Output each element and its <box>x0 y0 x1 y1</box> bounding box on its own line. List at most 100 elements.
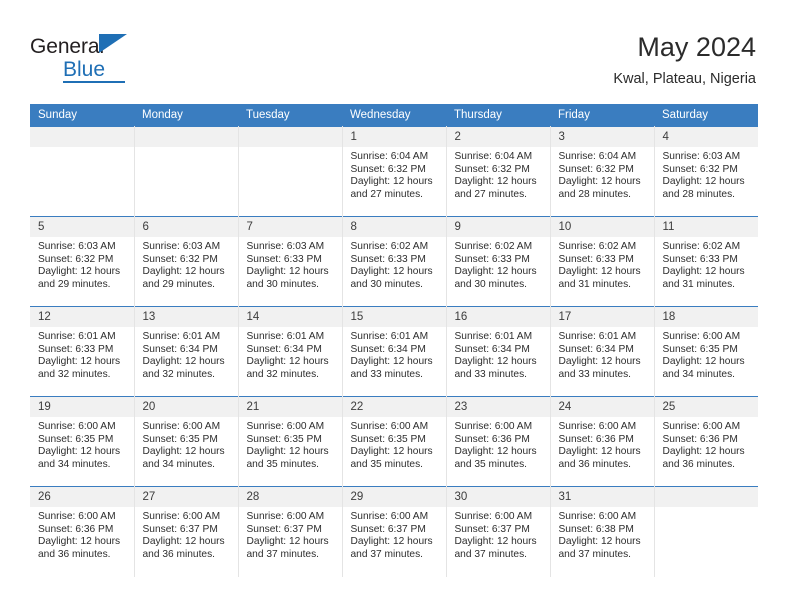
day-details: Sunrise: 6:01 AM Sunset: 6:34 PM Daylight:… <box>551 327 654 381</box>
weekday-header-wednesday: Wednesday <box>342 104 446 127</box>
day-number: 28 <box>238 487 342 507</box>
sunrise-text: Sunrise: 6:02 AM <box>662 241 741 252</box>
calendar-day-cell[interactable]: 4 Sunrise: 6:03 AM Sunset: 6:32 PM Daylight… <box>654 126 758 217</box>
calendar-day-cell[interactable]: 17 Sunrise: 6:01 AM Sunset: 6:34 PM Dayligh… <box>550 306 655 397</box>
sunset-text: Sunset: 6:32 PM <box>350 163 426 175</box>
calendar-day-cell[interactable]: 7 Sunrise: 6:03 AM Sunset: 6:33 PM Daylight… <box>238 216 343 307</box>
calendar-day-cell-empty <box>238 126 343 217</box>
day-number: 13 <box>134 307 238 327</box>
daylight-text-line1: Daylight: 12 hours <box>558 266 641 278</box>
calendar-day-cell[interactable]: 23 Sunrise: 6:00 AM Sunset: 6:36 PM Dayligh… <box>446 396 551 487</box>
calendar-day-cell[interactable]: 12 Sunrise: 6:01 AM Sunset: 6:33 PM Dayligh… <box>30 306 135 397</box>
sunset-text: Sunset: 6:37 PM <box>246 523 322 535</box>
daylight-text-line1: Daylight: 12 hours <box>350 266 433 278</box>
calendar-day-cell[interactable]: 1 Sunrise: 6:04 AM Sunset: 6:32 PM Daylight… <box>342 126 447 217</box>
sunset-text: Sunset: 6:35 PM <box>350 433 426 445</box>
daylight-text-line1: Daylight: 12 hours <box>558 356 641 368</box>
daylight-text-line2: and 30 minutes. <box>246 278 320 290</box>
calendar-day-cell[interactable]: 13 Sunrise: 6:01 AM Sunset: 6:34 PM Dayligh… <box>134 306 239 397</box>
daylight-text-line1: Daylight: 12 hours <box>350 536 433 548</box>
day-details: Sunrise: 6:00 AM Sunset: 6:37 PM Daylight:… <box>135 507 238 561</box>
sunset-text: Sunset: 6:33 PM <box>662 253 738 265</box>
daylight-text-line1: Daylight: 12 hours <box>38 266 121 278</box>
daylight-text-line2: and 35 minutes. <box>454 458 528 470</box>
calendar-day-cell[interactable]: 31 Sunrise: 6:00 AM Sunset: 6:38 PM Dayligh… <box>550 486 655 577</box>
sunrise-text: Sunrise: 6:00 AM <box>350 421 429 432</box>
daylight-text-line1: Daylight: 12 hours <box>38 446 121 458</box>
sunrise-text: Sunrise: 6:02 AM <box>454 241 533 252</box>
calendar-day-cell[interactable]: 10 Sunrise: 6:02 AM Sunset: 6:33 PM Dayligh… <box>550 216 655 307</box>
calendar-day-cell[interactable]: 16 Sunrise: 6:01 AM Sunset: 6:34 PM Dayligh… <box>446 306 551 397</box>
daylight-text-line1: Daylight: 12 hours <box>350 176 433 188</box>
daylight-text-line2: and 36 minutes. <box>38 548 111 560</box>
sunrise-text: Sunrise: 6:03 AM <box>662 151 741 162</box>
daylight-text-line1: Daylight: 12 hours <box>558 176 641 188</box>
calendar-day-cell[interactable]: 26 Sunrise: 6:00 AM Sunset: 6:36 PM Dayligh… <box>30 486 135 577</box>
daylight-text-line1: Daylight: 12 hours <box>662 446 745 458</box>
sunrise-text: Sunrise: 6:00 AM <box>662 331 741 342</box>
calendar-day-cell[interactable]: 27 Sunrise: 6:00 AM Sunset: 6:37 PM Dayligh… <box>134 486 239 577</box>
calendar-day-cell[interactable]: 22 Sunrise: 6:00 AM Sunset: 6:35 PM Dayligh… <box>342 396 447 487</box>
daylight-text-line1: Daylight: 12 hours <box>350 356 433 368</box>
generalblue-logo[interactable]: General Blue <box>30 28 160 83</box>
calendar-day-cell-empty <box>654 486 758 577</box>
sunset-text: Sunset: 6:35 PM <box>662 343 738 355</box>
sunset-text: Sunset: 6:36 PM <box>662 433 738 445</box>
daylight-text-line2: and 33 minutes. <box>454 368 528 380</box>
calendar-day-cell[interactable]: 6 Sunrise: 6:03 AM Sunset: 6:32 PM Daylight… <box>134 216 239 307</box>
calendar-day-cell[interactable]: 30 Sunrise: 6:00 AM Sunset: 6:37 PM Dayligh… <box>446 486 551 577</box>
daylight-text-line2: and 35 minutes. <box>350 458 424 470</box>
day-details: Sunrise: 6:02 AM Sunset: 6:33 PM Daylight:… <box>551 237 654 291</box>
triangle-icon <box>99 34 127 53</box>
calendar-day-cell[interactable]: 9 Sunrise: 6:02 AM Sunset: 6:33 PM Daylight… <box>446 216 551 307</box>
daylight-text-line2: and 33 minutes. <box>350 368 424 380</box>
title-block: May 2024 Kwal, Plateau, Nigeria <box>613 28 756 90</box>
daylight-text-line1: Daylight: 12 hours <box>350 446 433 458</box>
sunrise-text: Sunrise: 6:01 AM <box>38 331 116 342</box>
day-details: Sunrise: 6:02 AM Sunset: 6:33 PM Daylight:… <box>447 237 550 291</box>
calendar-day-cell[interactable]: 18 Sunrise: 6:00 AM Sunset: 6:35 PM Dayligh… <box>654 306 758 397</box>
daylight-text-line2: and 37 minutes. <box>350 548 424 560</box>
calendar-week-row: 1 Sunrise: 6:04 AM Sunset: 6:32 PM Daylight… <box>30 126 758 217</box>
day-details: Sunrise: 6:04 AM Sunset: 6:32 PM Daylight:… <box>551 147 654 201</box>
sunrise-text: Sunrise: 6:03 AM <box>142 241 221 252</box>
daylight-text-line2: and 37 minutes. <box>454 548 528 560</box>
sunset-text: Sunset: 6:33 PM <box>246 253 322 265</box>
sunrise-text: Sunrise: 6:03 AM <box>246 241 325 252</box>
day-number: 20 <box>134 397 238 417</box>
day-number: 6 <box>134 217 238 237</box>
daylight-text-line1: Daylight: 12 hours <box>38 536 121 548</box>
day-details: Sunrise: 6:01 AM Sunset: 6:34 PM Daylight:… <box>239 327 342 381</box>
calendar-day-cell[interactable]: 14 Sunrise: 6:01 AM Sunset: 6:34 PM Dayligh… <box>238 306 343 397</box>
calendar-day-cell[interactable]: 19 Sunrise: 6:00 AM Sunset: 6:35 PM Dayligh… <box>30 396 135 487</box>
logo-word-general: General <box>30 35 105 58</box>
day-number: 21 <box>238 397 342 417</box>
daylight-text-line1: Daylight: 12 hours <box>246 446 329 458</box>
calendar-day-cell[interactable]: 2 Sunrise: 6:04 AM Sunset: 6:32 PM Daylight… <box>446 126 551 217</box>
sunset-text: Sunset: 6:32 PM <box>454 163 530 175</box>
daylight-text-line1: Daylight: 12 hours <box>558 446 641 458</box>
daylight-text-line2: and 36 minutes. <box>662 458 736 470</box>
daylight-text-line1: Daylight: 12 hours <box>142 356 225 368</box>
day-number: 19 <box>30 397 134 417</box>
calendar-day-cell[interactable]: 25 Sunrise: 6:00 AM Sunset: 6:36 PM Dayligh… <box>654 396 758 487</box>
calendar-head: Sunday Monday Tuesday Wednesday Thursday… <box>30 104 758 127</box>
daylight-text-line2: and 32 minutes. <box>38 368 111 380</box>
weekday-header-friday: Friday <box>550 104 654 127</box>
calendar-day-cell[interactable]: 28 Sunrise: 6:00 AM Sunset: 6:37 PM Dayligh… <box>238 486 343 577</box>
calendar-day-cell[interactable]: 3 Sunrise: 6:04 AM Sunset: 6:32 PM Daylight… <box>550 126 655 217</box>
calendar-day-cell[interactable]: 29 Sunrise: 6:00 AM Sunset: 6:37 PM Dayligh… <box>342 486 447 577</box>
calendar-day-cell[interactable]: 21 Sunrise: 6:00 AM Sunset: 6:35 PM Dayligh… <box>238 396 343 487</box>
day-number: 31 <box>550 487 654 507</box>
calendar-week-row: 12 Sunrise: 6:01 AM Sunset: 6:33 PM Dayligh… <box>30 306 758 397</box>
calendar-day-cell[interactable]: 20 Sunrise: 6:00 AM Sunset: 6:35 PM Dayligh… <box>134 396 239 487</box>
day-number: 26 <box>30 487 134 507</box>
sunrise-text: Sunrise: 6:00 AM <box>662 421 741 432</box>
calendar-day-cell[interactable]: 8 Sunrise: 6:02 AM Sunset: 6:33 PM Daylight… <box>342 216 447 307</box>
calendar-day-cell[interactable]: 24 Sunrise: 6:00 AM Sunset: 6:36 PM Dayligh… <box>550 396 655 487</box>
day-details: Sunrise: 6:02 AM Sunset: 6:33 PM Daylight:… <box>655 237 759 291</box>
calendar-day-cell[interactable]: 11 Sunrise: 6:02 AM Sunset: 6:33 PM Dayligh… <box>654 216 759 307</box>
sunset-text: Sunset: 6:37 PM <box>350 523 426 535</box>
calendar-day-cell[interactable]: 5 Sunrise: 6:03 AM Sunset: 6:32 PM Daylight… <box>30 216 135 307</box>
calendar-day-cell[interactable]: 15 Sunrise: 6:01 AM Sunset: 6:34 PM Dayligh… <box>342 306 447 397</box>
